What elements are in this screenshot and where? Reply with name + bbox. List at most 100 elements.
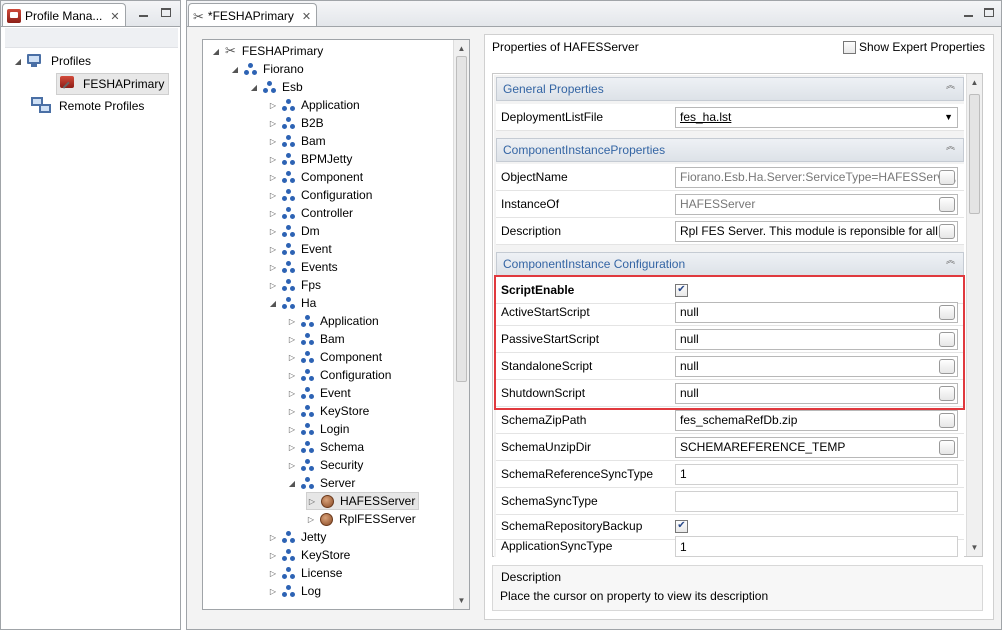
section-component-instance-properties[interactable]: ComponentInstanceProperties ︽ <box>496 138 964 162</box>
nav-tree-item[interactable]: ▷ Component <box>287 348 382 366</box>
chevron-down-icon[interactable]: ▼ <box>944 112 953 122</box>
nav-tree-item[interactable]: ▷ KeyStore <box>287 402 369 420</box>
nav-tree-item[interactable]: ▷ Bam <box>287 330 345 348</box>
nav-tree-item[interactable]: ▷ B2B <box>268 114 324 132</box>
schema-unzip-dir-field[interactable]: SCHEMAREFERENCE_TEMP <box>675 436 958 458</box>
maximize-icon[interactable] <box>159 7 173 19</box>
expand-arrow-icon[interactable]: ▷ <box>268 191 278 200</box>
minimize-icon[interactable] <box>137 7 151 19</box>
application-sync-type-field[interactable]: 1 <box>675 536 958 557</box>
expand-arrow-icon[interactable]: ▷ <box>287 443 297 452</box>
scroll-up-icon[interactable]: ▲ <box>454 44 469 53</box>
scroll-thumb[interactable] <box>456 56 467 382</box>
expand-arrow-icon[interactable]: ▷ <box>287 371 297 380</box>
script-enable-checkbox[interactable]: ✔ <box>675 283 688 297</box>
nav-tree-item[interactable]: ▷ Fps <box>268 276 321 294</box>
nav-tree-item[interactable]: ◢ ✂ FESHAPrimary <box>211 42 323 60</box>
expand-arrow-icon[interactable]: ▷ <box>268 209 278 218</box>
nav-tree-item[interactable]: ◢ Ha <box>268 294 316 312</box>
expand-arrow-icon[interactable]: ◢ <box>13 57 23 66</box>
scroll-up-icon[interactable]: ▲ <box>967 78 982 87</box>
nav-tree-item[interactable]: ▷ License <box>268 564 342 582</box>
schema-sync-type-field[interactable] <box>675 490 958 512</box>
tree-scrollbar[interactable]: ▲ ▼ <box>453 40 469 609</box>
close-icon[interactable]: ✕ <box>110 10 119 23</box>
nav-tree-item[interactable]: ▷ RplFESServer <box>306 510 416 528</box>
expand-arrow-icon[interactable]: ▷ <box>268 533 278 542</box>
shutdown-script-field[interactable]: null <box>675 382 958 404</box>
collapse-icon[interactable]: ︽ <box>946 256 955 265</box>
nav-tree-item[interactable]: ▷ Event <box>268 240 332 258</box>
ellipsis-button[interactable] <box>939 331 955 347</box>
nav-tree-item[interactable]: ▷ Security <box>287 456 363 474</box>
expand-arrow-icon[interactable]: ▷ <box>287 389 297 398</box>
expand-arrow-icon[interactable]: ▷ <box>306 515 316 524</box>
expand-arrow-icon[interactable]: ▷ <box>287 461 297 470</box>
show-expert-properties-checkbox[interactable]: Show Expert Properties <box>843 40 985 54</box>
description-field[interactable]: Rpl FES Server. This module is reponsibl… <box>675 220 958 242</box>
ellipsis-button[interactable] <box>939 358 955 374</box>
tree-item-feshaprimary[interactable]: FESHAPrimary <box>56 73 170 95</box>
standalone-script-field[interactable]: null <box>675 355 958 377</box>
expand-arrow-icon[interactable]: ▷ <box>268 227 278 236</box>
ellipsis-button[interactable] <box>939 223 955 239</box>
nav-tree-item[interactable]: ▷ BPMJetty <box>268 150 352 168</box>
instance-of-field[interactable]: HAFESServer <box>675 193 958 215</box>
nav-tree-item[interactable]: ▷ Schema <box>287 438 364 456</box>
ellipsis-button[interactable] <box>939 196 955 212</box>
ellipsis-button[interactable] <box>939 439 955 455</box>
nav-tree-item[interactable]: ▷ Log <box>268 582 321 600</box>
expand-arrow-icon[interactable]: ▷ <box>307 497 317 506</box>
section-componentinstance-configuration[interactable]: ComponentInstance Configuration ︽ <box>496 252 964 276</box>
collapse-arrow-icon[interactable]: ◢ <box>230 65 240 74</box>
tree-item-profiles[interactable]: ◢ Profiles <box>13 52 91 70</box>
collapse-arrow-icon[interactable]: ◢ <box>287 479 297 488</box>
expand-arrow-icon[interactable]: ▷ <box>268 119 278 128</box>
active-start-script-field[interactable]: null <box>675 301 958 323</box>
tab-feshaprimary[interactable]: ✂ *FESHAPrimary ✕ <box>188 3 317 28</box>
passive-start-script-field[interactable]: null <box>675 328 958 350</box>
object-name-field[interactable]: Fiorano.Esb.Ha.Server:ServiceType=HAFESS… <box>675 166 958 188</box>
nav-tree-item[interactable]: ◢ Fiorano <box>230 60 304 78</box>
ellipsis-button[interactable] <box>939 304 955 320</box>
collapse-arrow-icon[interactable]: ◢ <box>268 299 278 308</box>
nav-tree-item[interactable]: ▷ Event <box>287 384 351 402</box>
scroll-down-icon[interactable]: ▼ <box>967 543 982 552</box>
nav-tree-item[interactable]: ▷ Jetty <box>268 528 326 546</box>
expand-arrow-icon[interactable]: ▷ <box>287 335 297 344</box>
nav-tree-item[interactable]: ▷ Login <box>287 420 349 438</box>
nav-tree-item[interactable]: ▷ Configuration <box>268 186 372 204</box>
scroll-thumb[interactable] <box>969 94 980 214</box>
ellipsis-button[interactable] <box>939 385 955 401</box>
minimize-icon[interactable] <box>962 7 976 19</box>
checkbox-icon[interactable] <box>843 40 856 54</box>
collapse-arrow-icon[interactable]: ◢ <box>211 47 221 56</box>
deployment-list-dropdown[interactable]: fes_ha.lst ▼ <box>675 106 958 128</box>
scroll-down-icon[interactable]: ▼ <box>454 596 469 605</box>
section-general-properties[interactable]: General Properties ︽ <box>496 77 964 101</box>
nav-tree-item[interactable]: ◢ Esb <box>249 78 303 96</box>
expand-arrow-icon[interactable]: ▷ <box>268 569 278 578</box>
nav-tree-item[interactable]: ▷ Component <box>268 168 363 186</box>
expand-arrow-icon[interactable]: ▷ <box>268 155 278 164</box>
collapse-arrow-icon[interactable]: ◢ <box>249 83 259 92</box>
collapse-icon[interactable]: ︽ <box>946 81 955 90</box>
tab-profile-manager[interactable]: Profile Mana... ✕ <box>2 3 126 28</box>
expand-arrow-icon[interactable]: ▷ <box>287 407 297 416</box>
tree-item-remote-profiles[interactable]: Remote Profiles <box>31 97 144 115</box>
expand-arrow-icon[interactable]: ▷ <box>268 281 278 290</box>
expand-arrow-icon[interactable]: ▷ <box>287 353 297 362</box>
schema-zip-path-field[interactable]: fes_schemaRefDb.zip <box>675 409 958 431</box>
nav-tree-item[interactable]: ▷ Controller <box>268 204 353 222</box>
schema-repository-backup-checkbox[interactable]: ✔ <box>675 519 688 533</box>
nav-tree-item[interactable]: ▷ Application <box>287 312 379 330</box>
nav-tree-item[interactable]: ▷ Bam <box>268 132 326 150</box>
expand-arrow-icon[interactable]: ▷ <box>268 173 278 182</box>
nav-tree-item[interactable]: ▷ Dm <box>268 222 320 240</box>
close-icon[interactable]: ✕ <box>302 10 311 23</box>
nav-tree-item[interactable]: ◢ Server <box>287 474 355 492</box>
nav-tree-item[interactable]: ▷ HAFESServer <box>306 492 420 510</box>
expand-arrow-icon[interactable]: ▷ <box>287 425 297 434</box>
schema-reference-sync-type-field[interactable]: 1 <box>675 463 958 485</box>
expand-arrow-icon[interactable]: ▷ <box>268 263 278 272</box>
